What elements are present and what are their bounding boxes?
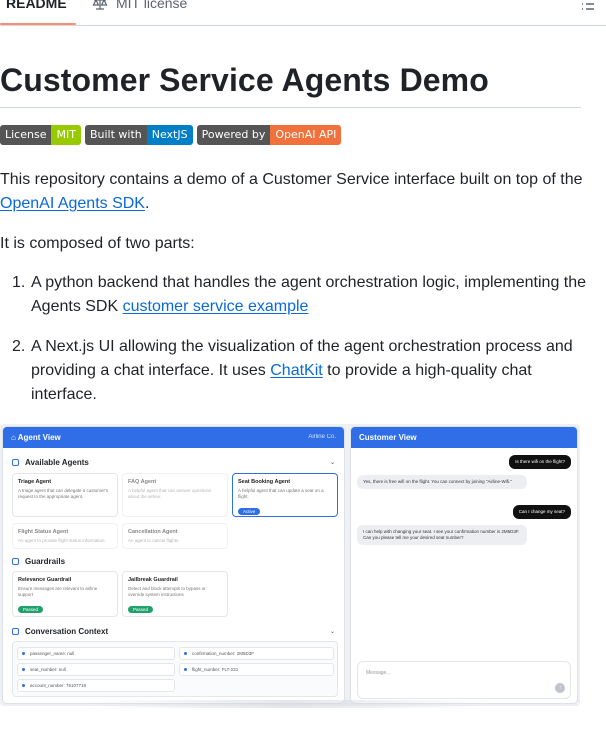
intro-text: This repository contains a demo of a Cus…: [0, 171, 583, 188]
context-field: passenger_name: null: [17, 647, 175, 660]
composed-paragraph: It is composed of two parts:: [0, 235, 195, 252]
list-item: 2. A Next.js UI allowing the visualizati…: [0, 335, 590, 407]
customer-view-panel: Customer View Is there wifi on the fligh…: [350, 426, 578, 704]
image-bottom-fade: [90, 700, 490, 708]
powered-by-badge[interactable]: Powered by OpenAI API: [196, 125, 342, 145]
page-title: Customer Service Agents Demo: [0, 62, 489, 98]
guardrail-card-jailbreak: Jailbreak Guardrail Detect and block att…: [122, 571, 228, 617]
tab-readme[interactable]: README: [6, 0, 67, 13]
agent-name: Cancellation Agent: [128, 529, 178, 535]
agent-name: Triage Agent: [18, 479, 52, 485]
chat-message-bot: I can help with changing your seat. I se…: [357, 525, 527, 545]
badge-label: Built with: [84, 125, 147, 145]
list-item: 1. A python backend that handles the age…: [0, 271, 590, 319]
scale-icon: [92, 0, 108, 10]
agent-name: FAQ Agent: [128, 479, 157, 485]
agent-desc: An agent to cancel flights.: [128, 538, 180, 543]
chat-input-placeholder: Message...: [366, 670, 391, 676]
agent-view-header: ⌂ Agent View Airline Co.: [3, 427, 344, 448]
badge-label: License: [0, 125, 52, 145]
customer-service-example-link[interactable]: customer service example: [123, 298, 309, 315]
badge-value: OpenAI API: [270, 125, 342, 145]
guardrail-name: Jailbreak Guardrail: [128, 577, 178, 583]
agent-name: Seat Booking Agent: [238, 479, 291, 485]
context-field: confirmation_number: 2M5D3F: [179, 647, 334, 660]
badge-label: Powered by: [196, 125, 271, 145]
license-badge[interactable]: License MIT: [0, 125, 81, 145]
agent-desc: A helpful agent that can answer question…: [128, 488, 212, 499]
badge-row: License MIT Built with NextJS Powered by…: [0, 125, 342, 145]
airline-name: Airline Co.: [308, 434, 336, 440]
passed-badge: Passed: [18, 606, 44, 613]
badge-value: NextJS: [146, 125, 193, 145]
intro-paragraph: This repository contains a demo of a Cus…: [0, 168, 590, 216]
built-with-badge[interactable]: Built with NextJS: [84, 125, 193, 145]
tab-bar: README MIT license: [0, 0, 606, 26]
agent-desc: An agent to provide flight status inform…: [18, 538, 106, 543]
customer-view-header: Customer View: [351, 427, 577, 448]
guardrail-name: Relevance Guardrail: [18, 577, 72, 583]
guardrail-card-relevance: Relevance Guardrail Ensure messages are …: [12, 571, 118, 617]
send-arrow-icon: ↑: [555, 683, 565, 693]
guardrails-heading: Guardrails: [12, 557, 65, 566]
agent-desc: A triage agent that can delegate a custo…: [18, 488, 109, 499]
agent-view-panel: ⌂ Agent View Airline Co. Available Agent…: [2, 426, 345, 704]
list-icon: [12, 628, 19, 635]
title-divider: [0, 107, 581, 108]
context-field: flight_number: FLT-231: [179, 663, 334, 676]
intro-period: .: [144, 195, 150, 212]
agent-card-cancellation: Cancellation Agent An agent to cancel fl…: [122, 523, 228, 549]
tab-license-label: MIT license: [116, 0, 188, 11]
context-box: passenger_name: null confirmation_number…: [12, 641, 338, 697]
agent-view-title: ⌂ Agent View: [11, 433, 61, 442]
list-number: 1.: [12, 274, 26, 291]
list-number: 2.: [12, 338, 26, 355]
guardrail-desc: Detect and block attempts to bypass or o…: [128, 586, 206, 597]
shield-icon: [12, 558, 19, 565]
demo-screenshot: ⌂ Agent View Airline Co. Available Agent…: [0, 424, 580, 706]
bot-icon: [12, 459, 19, 466]
parts-list: 1. A python backend that handles the age…: [0, 271, 590, 407]
chat-message-bot: Yes, there is free wifi on the flight. Y…: [357, 475, 527, 489]
agent-card-faq: FAQ Agent A helpful agent that can answe…: [122, 473, 228, 517]
passed-badge: Passed: [128, 606, 154, 613]
agents-sdk-link[interactable]: OpenAI Agents SDK: [0, 195, 145, 212]
table-of-contents-icon[interactable]: [580, 0, 596, 12]
chatkit-link[interactable]: ChatKit: [270, 362, 322, 379]
agent-card-seat-booking: Seat Booking Agent A helpful agent that …: [232, 473, 338, 517]
agent-card-triage: Triage Agent A triage agent that can del…: [12, 473, 118, 517]
list-item-text: A python backend that handles the agent …: [31, 274, 587, 315]
context-field: seat_number: null: [17, 663, 175, 676]
agent-card-flight-status: Flight Status Agent An agent to provide …: [12, 523, 118, 549]
conversation-context-heading: Conversation Context: [12, 627, 108, 636]
chat-message-user: Can I change my seat?: [512, 505, 571, 519]
available-agents-heading: Available Agents: [12, 458, 89, 467]
chat-message-user: Is there wifi on the flight?: [509, 455, 571, 469]
agent-desc: A helpful agent that can update a seat o…: [238, 488, 324, 499]
active-badge: Active: [238, 508, 261, 515]
tab-license[interactable]: MIT license: [92, 0, 187, 13]
chat-input: Message... ↑: [357, 661, 571, 699]
agent-name: Flight Status Agent: [18, 529, 69, 535]
badge-value: MIT: [51, 125, 81, 145]
chevron-down-icon: ⌄: [329, 460, 335, 466]
guardrail-desc: Ensure messages are relevant to airline …: [18, 586, 98, 597]
active-tab-indicator: [0, 23, 76, 25]
context-field: account_number: 75107718: [17, 679, 175, 692]
chevron-down-icon: ⌄: [329, 629, 335, 635]
